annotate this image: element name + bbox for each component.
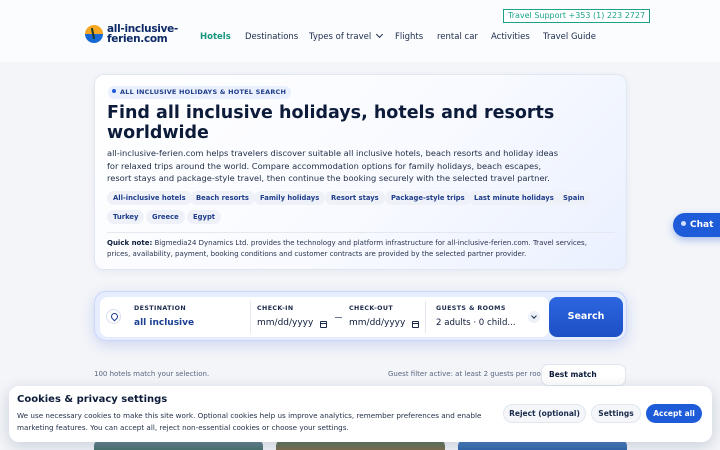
checkin-field[interactable]: CHECK-IN mm/dd/yyyy [251, 297, 336, 337]
nav-types-of-travel[interactable]: Types of travel [309, 30, 384, 43]
nav-types-of-travel-label: Types of travel [309, 32, 372, 42]
chat-button[interactable]: Chat [673, 213, 720, 237]
checkout-field[interactable]: CHECK-OUT mm/dd/yyyy [343, 297, 425, 337]
cookie-title: Cookies & privacy settings [17, 394, 168, 405]
accept-cookies-button[interactable]: Accept all [646, 404, 702, 423]
nav-activities[interactable]: Activities [491, 31, 530, 43]
tag-last-minute-holidays[interactable]: Last minute holidays [468, 191, 560, 205]
travel-support-phone[interactable]: Travel Support +353 (1) 223 2727 [503, 9, 651, 23]
logo-text-line2: ferien.com [107, 33, 168, 45]
hero-badge-label: ALL INCLUSIVE HOLIDAYS & HOTEL SEARCH [120, 88, 287, 96]
calendar-icon[interactable] [412, 321, 419, 328]
site-logo[interactable]: all-inclusive- ferien.com [85, 24, 178, 44]
search-button[interactable]: Search [549, 297, 623, 337]
nav-rental-car[interactable]: rental car [437, 31, 478, 43]
hero-badge: ALL INCLUSIVE HOLIDAYS & HOTEL SEARCH [108, 86, 292, 99]
tag-turkey[interactable]: Turkey [107, 210, 145, 224]
chevron-down-icon [376, 30, 384, 39]
search-bar: DESTINATION all inclusive CHECK-IN mm/dd… [94, 291, 627, 341]
destination-input[interactable]: all inclusive [134, 318, 194, 328]
badge-dot-icon [112, 89, 116, 93]
nav-hotels[interactable]: Hotels [200, 31, 231, 43]
tag-resort-stays[interactable]: Resort stays [325, 191, 385, 205]
guests-rooms-field[interactable]: GUESTS & ROOMS 2 adults · 0 child... [426, 297, 549, 337]
tag-spain[interactable]: Spain [557, 191, 591, 205]
tag-all-inclusive-hotels[interactable]: All-inclusive hotels [107, 191, 192, 205]
hero-card: ALL INCLUSIVE HOLIDAYS & HOTEL SEARCH Fi… [94, 74, 627, 270]
destination-field[interactable]: DESTINATION all inclusive [100, 297, 250, 337]
guests-value[interactable]: 2 adults · 0 child... [436, 318, 516, 328]
calendar-icon[interactable] [320, 321, 327, 328]
quick-note: Quick note: Bigmedia24 Dynamics Ltd. pro… [107, 238, 607, 259]
tag-greece[interactable]: Greece [146, 210, 185, 224]
cookie-banner: Cookies & privacy settings We use necess… [9, 386, 712, 442]
checkout-label: CHECK-OUT [349, 305, 394, 312]
nav-flights[interactable]: Flights [395, 31, 423, 43]
nav-destinations[interactable]: Destinations [245, 31, 298, 43]
location-pin-icon [106, 309, 121, 324]
quick-note-text: Bigmedia24 Dynamics Ltd. provides the te… [107, 239, 587, 258]
date-range-dash [335, 317, 342, 318]
tag-package-style-trips[interactable]: Package-style trips [385, 191, 471, 205]
sort-select[interactable]: Best match [541, 364, 626, 386]
palm-sun-logo-icon [85, 25, 103, 43]
page-title: Find all inclusive holidays, hotels and … [107, 103, 555, 143]
chat-label: Chat [690, 220, 714, 230]
chevron-down-icon[interactable] [528, 311, 540, 323]
tag-beach-resorts[interactable]: Beach resorts [190, 191, 255, 205]
tag-egypt[interactable]: Egypt [187, 210, 222, 224]
reject-cookies-button[interactable]: Reject (optional) [503, 404, 586, 423]
cookie-text: We use necessary cookies to make this si… [17, 411, 482, 432]
checkout-input[interactable]: mm/dd/yyyy [349, 318, 405, 328]
guest-filter-status: Guest filter active: at least 2 guests p… [388, 370, 548, 378]
checkin-input[interactable]: mm/dd/yyyy [257, 318, 313, 328]
tag-family-holidays[interactable]: Family holidays [254, 191, 326, 205]
destination-label: DESTINATION [134, 305, 187, 312]
guests-label: GUESTS & ROOMS [436, 305, 506, 312]
checkin-label: CHECK-IN [257, 305, 294, 312]
hero-description: all-inclusive-ferien.com helps travelers… [107, 148, 559, 184]
site-header: all-inclusive- ferien.com Travel Support… [0, 0, 720, 62]
cookie-settings-button[interactable]: Settings [591, 404, 641, 423]
chat-dot-icon [681, 221, 686, 226]
nav-travel-guide[interactable]: Travel Guide [543, 31, 596, 43]
results-count: 100 hotels match your selection. [94, 370, 210, 378]
quick-note-label: Quick note: [107, 239, 153, 247]
hero-divider [107, 232, 615, 233]
